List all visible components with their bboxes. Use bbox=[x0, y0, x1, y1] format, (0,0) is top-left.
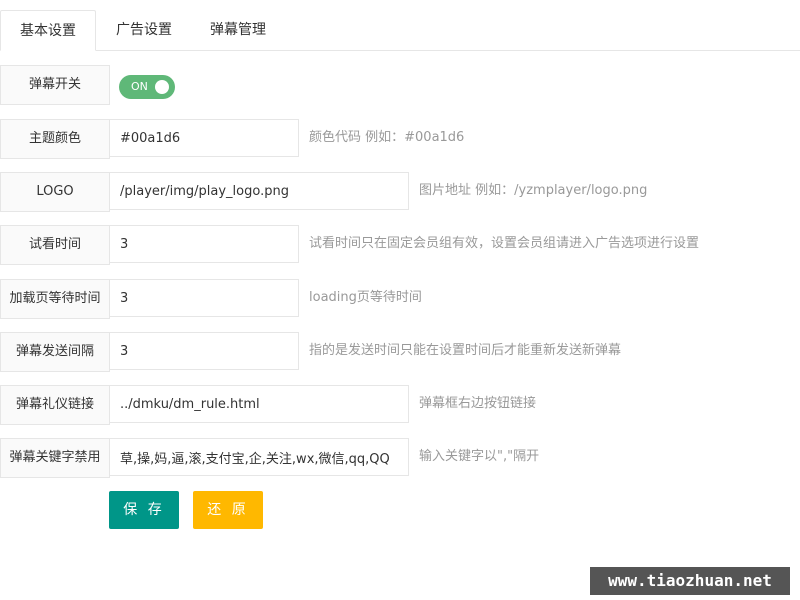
danmaku-rule-link-label: 弹幕礼仪链接 bbox=[0, 385, 110, 425]
site-watermark: www.tiaozhuan.net bbox=[590, 567, 790, 595]
form-row-danmaku-switch: 弹幕开关 ON bbox=[0, 65, 800, 105]
danmaku-keywords-label: 弹幕关键字禁用 bbox=[0, 438, 110, 478]
form-row-theme-color: 主题颜色 颜色代码 例如：#00a1d6 bbox=[0, 119, 800, 159]
form-row-logo: LOGO 图片地址 例如：/yzmplayer/logo.png bbox=[0, 172, 800, 212]
loading-wait-hint: loading页等待时间 bbox=[309, 290, 422, 305]
theme-color-hint: 颜色代码 例如：#00a1d6 bbox=[309, 130, 465, 145]
tab-ad-settings[interactable]: 广告设置 bbox=[96, 10, 192, 51]
theme-color-label: 主题颜色 bbox=[0, 119, 110, 159]
form-row-trial-time: 试看时间 试看时间只在固定会员组有效，设置会员组请进入广告选项进行设置 bbox=[0, 225, 800, 265]
trial-time-label: 试看时间 bbox=[0, 225, 110, 265]
danmaku-keywords-input[interactable] bbox=[109, 438, 409, 476]
reset-button[interactable]: 还 原 bbox=[193, 491, 263, 529]
tab-basic-settings[interactable]: 基本设置 bbox=[0, 10, 96, 51]
save-button[interactable]: 保 存 bbox=[109, 491, 179, 529]
switch-knob bbox=[155, 80, 169, 94]
form-row-danmaku-interval: 弹幕发送间隔 指的是发送时间只能在设置时间后才能重新发送新弹幕 bbox=[0, 332, 800, 372]
loading-wait-input[interactable] bbox=[109, 279, 299, 317]
danmaku-keywords-hint: 输入关键字以","隔开 bbox=[419, 449, 540, 464]
logo-label: LOGO bbox=[0, 172, 110, 212]
logo-hint: 图片地址 例如：/yzmplayer/logo.png bbox=[419, 183, 648, 198]
form-row-loading-wait: 加载页等待时间 loading页等待时间 bbox=[0, 279, 800, 319]
trial-time-input[interactable] bbox=[109, 225, 299, 263]
danmaku-interval-hint: 指的是发送时间只能在设置时间后才能重新发送新弹幕 bbox=[309, 343, 622, 358]
theme-color-input[interactable] bbox=[109, 119, 299, 157]
danmaku-interval-input[interactable] bbox=[109, 332, 299, 370]
danmaku-rule-link-hint: 弹幕框右边按钮链接 bbox=[419, 396, 537, 411]
form-row-danmaku-rule-link: 弹幕礼仪链接 弹幕框右边按钮链接 bbox=[0, 385, 800, 425]
danmaku-switch-label: 弹幕开关 bbox=[0, 65, 110, 105]
settings-tabs: 基本设置 广告设置 弹幕管理 bbox=[0, 10, 800, 51]
danmaku-interval-label: 弹幕发送间隔 bbox=[0, 332, 110, 372]
form-row-danmaku-keywords: 弹幕关键字禁用 输入关键字以","隔开 bbox=[0, 438, 800, 478]
danmaku-rule-link-input[interactable] bbox=[109, 385, 409, 423]
tab-danmaku-management[interactable]: 弹幕管理 bbox=[192, 10, 284, 51]
switch-state-text: ON bbox=[131, 80, 148, 93]
trial-time-hint: 试看时间只在固定会员组有效，设置会员组请进入广告选项进行设置 bbox=[309, 236, 700, 251]
loading-wait-label: 加载页等待时间 bbox=[0, 279, 110, 319]
danmaku-switch-toggle[interactable]: ON bbox=[119, 75, 175, 99]
logo-input[interactable] bbox=[109, 172, 409, 210]
